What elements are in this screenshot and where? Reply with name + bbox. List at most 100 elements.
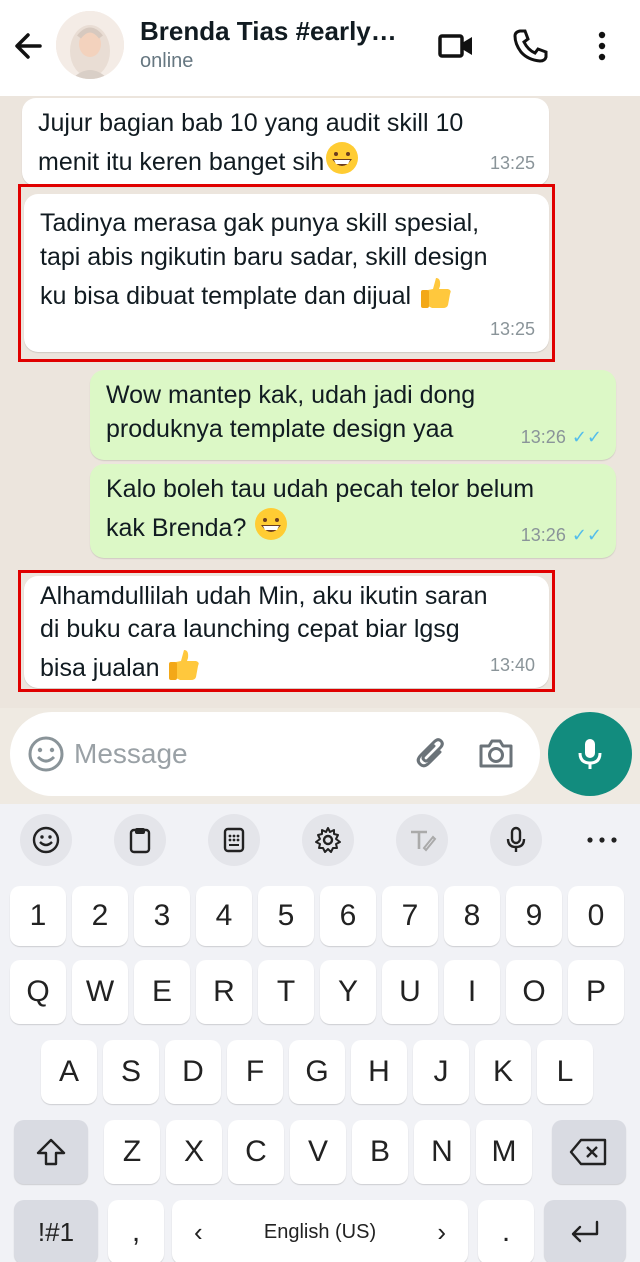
- key-a[interactable]: A: [41, 1040, 97, 1104]
- key-6[interactable]: 6: [320, 886, 376, 946]
- key-w[interactable]: W: [72, 960, 128, 1024]
- emoji-icon[interactable]: [26, 734, 66, 774]
- clipboard-icon[interactable]: [114, 814, 166, 866]
- key-i[interactable]: I: [444, 960, 500, 1024]
- message-line: bisa jualan: [40, 654, 160, 682]
- double-check-icon: ✓✓: [571, 427, 602, 447]
- keypad-icon[interactable]: [208, 814, 260, 866]
- key-2[interactable]: 2: [72, 886, 128, 946]
- backspace-icon: [569, 1138, 607, 1166]
- chat-header: Brenda Tias #early… online: [0, 0, 640, 96]
- thumbs-up-emoji-icon: [421, 278, 451, 308]
- key-y[interactable]: Y: [320, 960, 376, 1024]
- message-time: 13:26: [520, 525, 566, 545]
- space-key[interactable]: ‹ English (US) ›: [172, 1200, 468, 1262]
- double-check-icon: ✓✓: [571, 525, 602, 545]
- keyboard: 1 2 3 4 5 6 7 8 9 0 Q W E R T Y U I O P …: [0, 804, 640, 1262]
- key-p[interactable]: P: [568, 960, 624, 1024]
- key-c[interactable]: C: [228, 1120, 284, 1184]
- message-time: 13:26: [520, 427, 566, 447]
- space-key-label: English (US): [263, 1220, 377, 1243]
- period-key[interactable]: .: [478, 1200, 534, 1262]
- message-outgoing[interactable]: Wow mantep kak, udah jadi dong produknya…: [90, 370, 616, 460]
- cursor-left-icon[interactable]: ‹: [194, 1217, 203, 1248]
- message-line: Kalo boleh tau udah pecah telor belum: [106, 475, 535, 503]
- message-line: menit itu keren banget sih: [38, 148, 325, 176]
- key-b[interactable]: B: [352, 1120, 408, 1184]
- message-outgoing[interactable]: Kalo boleh tau udah pecah telor belum ka…: [90, 464, 616, 558]
- message-input[interactable]: Message: [74, 738, 188, 770]
- cursor-right-icon[interactable]: ›: [437, 1217, 446, 1248]
- enter-key[interactable]: [544, 1200, 626, 1262]
- key-e[interactable]: E: [134, 960, 190, 1024]
- contact-name[interactable]: Brenda Tias #early…: [140, 16, 410, 47]
- message-line: tapi abis ngikutin baru sadar, skill des…: [40, 243, 488, 271]
- key-v[interactable]: V: [290, 1120, 346, 1184]
- message-line: di buku cara launching cepat biar lgsg: [40, 615, 460, 643]
- key-m[interactable]: M: [476, 1120, 532, 1184]
- key-7[interactable]: 7: [382, 886, 438, 946]
- message-line: ku bisa dibuat template dan dijual: [40, 282, 412, 310]
- more-icon[interactable]: [584, 828, 620, 852]
- message-incoming[interactable]: Tadinya merasa gak punya skill spesial, …: [24, 194, 549, 352]
- key-l[interactable]: L: [537, 1040, 593, 1104]
- backspace-key[interactable]: [552, 1120, 626, 1184]
- back-arrow-icon[interactable]: [10, 26, 50, 66]
- message-time: 13:40: [489, 655, 535, 675]
- thumbs-up-emoji-icon: [169, 650, 200, 680]
- message-incoming[interactable]: Jujur bagian bab 10 yang audit skill 10 …: [22, 98, 549, 186]
- voice-message-button[interactable]: [548, 712, 632, 796]
- shift-icon: [36, 1138, 66, 1166]
- key-q[interactable]: Q: [10, 960, 66, 1024]
- key-n[interactable]: N: [414, 1120, 470, 1184]
- message-time: 13:25: [489, 153, 535, 173]
- key-8[interactable]: 8: [444, 886, 500, 946]
- key-t[interactable]: T: [258, 960, 314, 1024]
- shift-key[interactable]: [14, 1120, 88, 1184]
- key-u[interactable]: U: [382, 960, 438, 1024]
- key-z[interactable]: Z: [104, 1120, 160, 1184]
- key-o[interactable]: O: [506, 960, 562, 1024]
- keyboard-toolbar: [0, 804, 640, 876]
- settings-icon[interactable]: [302, 814, 354, 866]
- key-1[interactable]: 1: [10, 886, 66, 946]
- key-j[interactable]: J: [413, 1040, 469, 1104]
- mic-icon: [578, 739, 602, 769]
- key-f[interactable]: F: [227, 1040, 283, 1104]
- mic-icon[interactable]: [490, 814, 542, 866]
- message-line: Wow mantep kak, udah jadi dong: [106, 381, 476, 409]
- emoji-icon[interactable]: [20, 814, 72, 866]
- symbols-key[interactable]: !#1: [14, 1200, 98, 1262]
- message-time: 13:25: [489, 319, 535, 339]
- message-line: Alhamdullilah udah Min, aku ikutin saran: [40, 582, 488, 610]
- message-line: kak Brenda?: [106, 514, 247, 542]
- message-composer[interactable]: Message: [10, 712, 540, 796]
- more-vertical-icon[interactable]: [582, 26, 622, 66]
- key-5[interactable]: 5: [258, 886, 314, 946]
- avatar[interactable]: [56, 11, 124, 79]
- key-x[interactable]: X: [166, 1120, 222, 1184]
- video-call-icon[interactable]: [436, 26, 476, 66]
- message-incoming[interactable]: Alhamdullilah udah Min, aku ikutin saran…: [24, 576, 549, 688]
- key-d[interactable]: D: [165, 1040, 221, 1104]
- phone-icon[interactable]: [510, 26, 550, 66]
- comma-key[interactable]: ,: [108, 1200, 164, 1262]
- grinning-face-emoji-icon: [326, 142, 359, 174]
- message-line: Jujur bagian bab 10 yang audit skill 10: [38, 109, 464, 137]
- attach-icon[interactable]: [412, 734, 452, 774]
- handwriting-icon[interactable]: [396, 814, 448, 866]
- key-h[interactable]: H: [351, 1040, 407, 1104]
- key-9[interactable]: 9: [506, 886, 562, 946]
- camera-icon[interactable]: [476, 734, 516, 774]
- key-0[interactable]: 0: [568, 886, 624, 946]
- enter-icon: [571, 1220, 599, 1243]
- key-4[interactable]: 4: [196, 886, 252, 946]
- key-r[interactable]: R: [196, 960, 252, 1024]
- message-line: Tadinya merasa gak punya skill spesial,: [40, 209, 480, 237]
- key-k[interactable]: K: [475, 1040, 531, 1104]
- chat-area[interactable]: Jujur bagian bab 10 yang audit skill 10 …: [0, 96, 640, 708]
- key-3[interactable]: 3: [134, 886, 190, 946]
- grinning-face-emoji-icon: [255, 508, 288, 540]
- key-g[interactable]: G: [289, 1040, 345, 1104]
- key-s[interactable]: S: [103, 1040, 159, 1104]
